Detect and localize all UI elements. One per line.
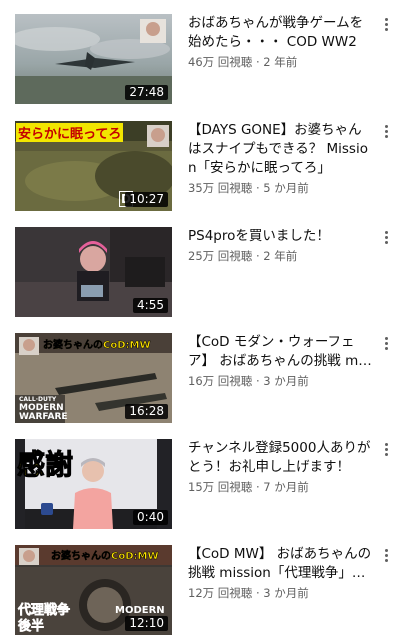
video-thumbnail[interactable]: 安らかに眠ってろ D 10:27 xyxy=(15,121,172,211)
video-stats: 16万 回視聴 · 3 か月前 xyxy=(188,373,373,389)
video-duration: 27:48 xyxy=(125,85,168,100)
video-duration: 16:28 xyxy=(125,404,168,419)
upload-age: 7 か月前 xyxy=(263,480,309,494)
video-meta[interactable]: おばあちゃんが戦争ゲームを始めたら・・・ COD WW2 46万 回視聴 · 2… xyxy=(188,14,373,70)
more-vert-icon[interactable] xyxy=(381,547,391,565)
separator: · xyxy=(255,374,260,388)
video-title[interactable]: 【CoD MW】 おばあちゃんの挑戦 mission「代理戦争」後半 xyxy=(188,545,373,583)
video-meta[interactable]: PS4proを買いました！ 25万 回視聴 · 2 年前 xyxy=(188,227,373,264)
more-vert-icon[interactable] xyxy=(381,229,391,247)
video-stats: 35万 回視聴 · 5 か月前 xyxy=(188,180,373,196)
list-item[interactable]: 27:48 おばあちゃんが戦争ゲームを始めたら・・・ COD WW2 46万 回… xyxy=(0,14,405,108)
video-stats: 12万 回視聴 · 3 か月前 xyxy=(188,585,373,601)
more-vert-icon[interactable] xyxy=(381,123,391,141)
video-title[interactable]: PS4proを買いました！ xyxy=(188,227,373,246)
video-stats: 25万 回視聴 · 2 年前 xyxy=(188,248,373,264)
video-thumbnail[interactable]: 感謝 0:40 xyxy=(15,439,172,529)
video-title[interactable]: 【CoD モダン・ウォーフェア】 おばあちゃんの挑戦 mission「武器工場」 xyxy=(188,333,373,371)
upload-age: 3 か月前 xyxy=(263,586,309,600)
view-count: 16万 回視聴 xyxy=(188,374,253,388)
separator: · xyxy=(255,586,260,600)
thumbnail-logo-line3: WARFARE xyxy=(19,412,68,422)
video-meta[interactable]: チャンネル登録5000人ありがとう！お礼申し上げます！ 15万 回視聴 · 7 … xyxy=(188,439,373,495)
list-item[interactable]: 安らかに眠ってろ D 10:27 【DAYS GONE】お婆ちゃんはスナイプもで… xyxy=(0,121,405,215)
separator: · xyxy=(255,249,260,263)
thumbnail-logo-line1: CALL·DUTY xyxy=(19,396,57,403)
view-count: 12万 回視聴 xyxy=(188,586,253,600)
view-count: 46万 回視聴 xyxy=(188,55,253,69)
video-thumbnail[interactable]: 4:55 xyxy=(15,227,172,317)
view-count: 35万 回視聴 xyxy=(188,181,253,195)
video-duration: 10:27 xyxy=(125,192,168,207)
thumbnail-caption: 安らかに眠ってろ xyxy=(16,123,124,142)
list-item[interactable]: お婆ちゃんのCoD:MW CALL·DUTY MODERN WARFARE 16… xyxy=(0,333,405,427)
video-stats: 46万 回視聴 · 2 年前 xyxy=(188,54,373,70)
thumbnail-caption: 感謝 xyxy=(16,448,74,482)
thumbnail-logo-text: MODERN xyxy=(115,605,165,616)
video-title[interactable]: 【DAYS GONE】お婆ちゃんはスナイプもできる？ Mission「安らかに眠… xyxy=(188,121,373,178)
thumbnail-caption: お婆ちゃんのCoD:MW xyxy=(43,340,151,352)
upload-age: 2 年前 xyxy=(263,55,298,69)
video-thumbnail[interactable]: 27:48 xyxy=(15,14,172,104)
thumbnail-caption: お婆ちゃんのCoD:MW xyxy=(51,551,159,563)
upload-age: 2 年前 xyxy=(263,249,298,263)
video-thumbnail[interactable]: お婆ちゃんのCoD:MW 代理戦争 後半 MODERN 12:10 xyxy=(15,545,172,635)
video-stats: 15万 回視聴 · 7 か月前 xyxy=(188,479,373,495)
video-duration: 12:10 xyxy=(125,616,168,631)
more-vert-icon[interactable] xyxy=(381,16,391,34)
video-duration: 4:55 xyxy=(133,298,168,313)
video-thumbnail[interactable]: お婆ちゃんのCoD:MW CALL·DUTY MODERN WARFARE 16… xyxy=(15,333,172,423)
video-title[interactable]: チャンネル登録5000人ありがとう！お礼申し上げます！ xyxy=(188,439,373,477)
separator: · xyxy=(255,181,260,195)
view-count: 25万 回視聴 xyxy=(188,249,253,263)
list-item[interactable]: お婆ちゃんのCoD:MW 代理戦争 後半 MODERN 12:10 【CoD M… xyxy=(0,545,405,639)
separator: · xyxy=(255,55,260,69)
separator: · xyxy=(255,480,260,494)
list-item[interactable]: 感謝 0:40 チャンネル登録5000人ありがとう！お礼申し上げます！ 15万 … xyxy=(0,439,405,533)
video-meta[interactable]: 【CoD モダン・ウォーフェア】 おばあちゃんの挑戦 mission「武器工場」… xyxy=(188,333,373,389)
video-duration: 0:40 xyxy=(133,510,168,525)
view-count: 15万 回視聴 xyxy=(188,480,253,494)
thumbnail-tag-2: 後半 xyxy=(18,619,45,635)
list-item[interactable]: 4:55 PS4proを買いました！ 25万 回視聴 · 2 年前 xyxy=(0,227,405,321)
upload-age: 3 か月前 xyxy=(263,374,309,388)
upload-age: 5 か月前 xyxy=(263,181,309,195)
video-meta[interactable]: 【CoD MW】 おばあちゃんの挑戦 mission「代理戦争」後半 12万 回… xyxy=(188,545,373,601)
more-vert-icon[interactable] xyxy=(381,441,391,459)
video-title[interactable]: おばあちゃんが戦争ゲームを始めたら・・・ COD WW2 xyxy=(188,14,373,52)
video-list: 27:48 おばあちゃんが戦争ゲームを始めたら・・・ COD WW2 46万 回… xyxy=(0,0,405,640)
video-meta[interactable]: 【DAYS GONE】お婆ちゃんはスナイプもできる？ Mission「安らかに眠… xyxy=(188,121,373,196)
more-vert-icon[interactable] xyxy=(381,335,391,353)
